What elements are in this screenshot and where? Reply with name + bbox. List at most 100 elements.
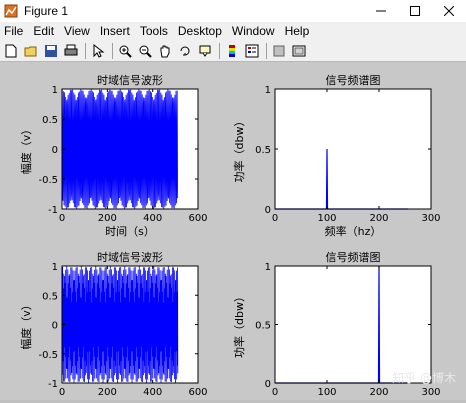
axes-0-series-line <box>61 89 179 209</box>
axes-2-ytick-label: 0.5 <box>42 291 58 302</box>
maximize-icon <box>410 6 420 16</box>
axes-0-xtick-label: 0 <box>59 213 65 224</box>
menu-view[interactable]: View <box>60 24 96 38</box>
axes-3-title: 信号频谱图 <box>326 250 381 264</box>
axes-1-xtick-label: 200 <box>369 213 388 224</box>
rotate-3d-button[interactable] <box>176 42 194 60</box>
title-bar: Figure 1 <box>0 0 466 22</box>
axes-3-background <box>275 266 431 383</box>
axes-2-ytick-label: 0 <box>52 321 58 332</box>
window-title: Figure 1 <box>24 4 69 18</box>
menu-file[interactable]: File <box>0 24 29 38</box>
axes-2-title: 时域信号波形 <box>97 251 163 264</box>
toolbar-separator <box>85 42 86 59</box>
axes-0-ytick-label: -1 <box>48 205 58 216</box>
zoom-in-icon <box>119 45 132 58</box>
axes-3-xtick-label: 100 <box>317 387 336 398</box>
axes-0-ytick-label: -0.5 <box>38 175 58 186</box>
axes-3-ylabel: 功率（dbw） <box>232 291 246 358</box>
axes-0-xlabel: 时间（s） <box>105 225 155 238</box>
axes-0-ylabel: 幅度（v） <box>19 124 33 175</box>
insert-colorbar-button[interactable] <box>223 42 241 60</box>
axes-1-title: 信号频谱图 <box>326 73 381 87</box>
save-button[interactable] <box>42 42 60 60</box>
edit-plot-button[interactable] <box>89 42 107 60</box>
axes-2-xtick-label: 600 <box>188 387 207 398</box>
pointer-icon <box>93 43 105 58</box>
axes-0-title: 时域信号波形 <box>97 74 163 87</box>
menu-help[interactable]: Help <box>281 24 316 38</box>
menu-bar: File Edit View Insert Tools Desktop Wind… <box>0 22 466 40</box>
matlab-figure-icon <box>4 4 18 18</box>
toolbar-separator <box>266 42 267 59</box>
close-icon <box>444 6 454 16</box>
menu-window[interactable]: Window <box>228 24 281 38</box>
menu-edit[interactable]: Edit <box>29 24 60 38</box>
axes-2-xtick-label: 400 <box>143 387 162 398</box>
axes-1-xtick-label: 100 <box>317 213 336 224</box>
axes-3-ytick-label: 0 <box>265 379 271 390</box>
legend-icon <box>245 44 259 57</box>
close-button[interactable] <box>432 0 466 22</box>
axes-0-xtick-label: 400 <box>143 213 162 224</box>
axes-1-ytick-label: 0 <box>265 205 271 216</box>
axes-2-xtick-label: 200 <box>98 387 117 398</box>
toolbar-separator <box>219 42 220 59</box>
axes-2-ylabel: 幅度（v） <box>19 299 33 350</box>
axes-0-xtick-label: 200 <box>98 213 117 224</box>
axes-3-xtick-label: 200 <box>369 387 388 398</box>
show-plot-tools-icon <box>292 45 306 56</box>
zoom-in-button[interactable] <box>116 42 134 60</box>
insert-legend-button[interactable] <box>243 42 261 60</box>
print-icon <box>64 44 78 55</box>
zoom-out-button[interactable] <box>136 42 154 60</box>
toolbar <box>0 40 466 62</box>
rotate-3d-icon <box>180 46 190 55</box>
axes-3-xtick-label: 300 <box>421 387 440 398</box>
data-cursor-button[interactable] <box>196 42 214 60</box>
axes-1-xtick-label: 300 <box>421 213 440 224</box>
print-button[interactable] <box>62 42 80 60</box>
axes-1-xlabel: 频率（hz） <box>325 224 382 238</box>
axes-0-ytick-label: 1 <box>52 85 58 96</box>
new-figure-button[interactable] <box>2 42 20 60</box>
open-button[interactable] <box>22 42 40 60</box>
axes-1-ytick-label: 0.5 <box>255 145 271 156</box>
menu-insert[interactable]: Insert <box>96 24 136 38</box>
axes-3-xtick-label: 0 <box>272 387 278 398</box>
axes-1-ylabel: 功率（dbw） <box>232 116 246 183</box>
axes-1-xtick-label: 0 <box>272 213 278 224</box>
pan-button[interactable] <box>156 42 174 60</box>
axes-2-ytick-label: -1 <box>48 379 58 390</box>
data-cursor-icon <box>199 45 211 57</box>
open-folder-icon <box>24 46 37 56</box>
menu-desktop[interactable]: Desktop <box>174 24 228 38</box>
axes-2-ytick-label: 1 <box>52 262 58 273</box>
axes-1-background <box>275 89 431 209</box>
minimize-icon <box>376 10 386 12</box>
axes-0-xtick-label: 600 <box>188 213 207 224</box>
watermark: 知乎 @博木 <box>392 371 456 385</box>
maximize-button[interactable] <box>398 0 432 22</box>
hide-plot-tools-icon <box>273 45 285 56</box>
axes-0-ytick-label: 0.5 <box>42 115 58 126</box>
window-controls <box>364 0 466 22</box>
figure-canvas[interactable]: 0 200 400 600 -1 -0.5 0 0.5 1 时域信号波形 时间（s） 幅度（v） 0 10… <box>0 62 466 400</box>
colorbar-icon <box>229 44 235 57</box>
new-file-icon <box>5 44 17 57</box>
axes-2-xtick-label: 0 <box>59 387 65 398</box>
zoom-out-icon <box>139 45 152 58</box>
plots-svg: 0 200 400 600-1-0.500.51时域信号波形时间（s）幅度（v）0 10… <box>19 73 441 398</box>
show-plot-tools-button[interactable] <box>290 42 308 60</box>
pan-hand-icon <box>160 45 170 57</box>
axes-2-ytick-label: -0.5 <box>38 350 58 361</box>
axes-0-ytick-label: 0 <box>52 145 58 156</box>
toolbar-separator <box>112 42 113 59</box>
axes-3-ytick-label: 1 <box>265 262 271 273</box>
axes-1-ytick-label: 1 <box>265 85 271 96</box>
save-icon <box>45 44 57 57</box>
axes-3-ytick-label: 0.5 <box>255 321 271 332</box>
minimize-button[interactable] <box>364 0 398 22</box>
hide-plot-tools-button[interactable] <box>270 42 288 60</box>
menu-tools[interactable]: Tools <box>136 24 174 38</box>
